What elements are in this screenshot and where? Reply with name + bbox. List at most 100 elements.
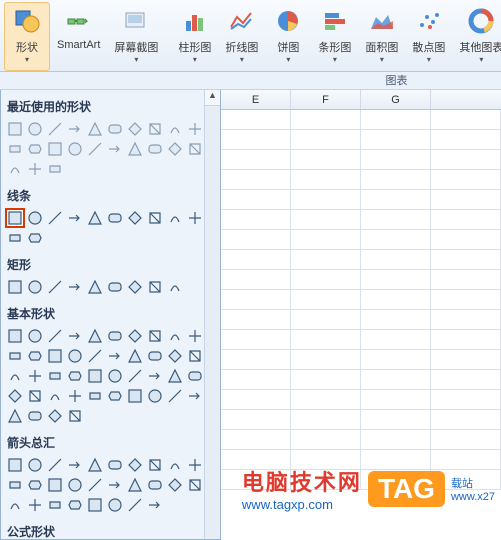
cell[interactable] <box>431 250 501 269</box>
shape-option[interactable] <box>145 475 165 495</box>
shape-option[interactable] <box>5 326 25 346</box>
shape-option[interactable] <box>85 208 105 228</box>
shape-option[interactable] <box>85 455 105 475</box>
shape-option[interactable] <box>165 326 185 346</box>
cell[interactable] <box>361 410 431 429</box>
cell[interactable] <box>361 350 431 369</box>
shape-option[interactable] <box>185 346 205 366</box>
shape-option[interactable] <box>185 208 205 228</box>
cell[interactable] <box>221 410 291 429</box>
shape-option[interactable] <box>105 366 125 386</box>
cell[interactable] <box>221 230 291 249</box>
cell[interactable] <box>361 430 431 449</box>
shape-option[interactable] <box>105 277 125 297</box>
cell[interactable] <box>221 270 291 289</box>
shape-option[interactable] <box>25 366 45 386</box>
cell[interactable] <box>431 390 501 409</box>
cell[interactable] <box>221 110 291 129</box>
cell[interactable] <box>361 290 431 309</box>
shape-option[interactable] <box>65 386 85 406</box>
shape-option[interactable] <box>85 475 105 495</box>
shape-option[interactable] <box>125 208 145 228</box>
col-header[interactable]: G <box>361 90 431 109</box>
shape-option[interactable] <box>45 139 65 159</box>
panel-scrollbar[interactable]: ▲ <box>204 90 220 539</box>
shape-option[interactable] <box>165 346 185 366</box>
cell[interactable] <box>431 130 501 149</box>
shape-option[interactable] <box>125 346 145 366</box>
cell[interactable] <box>291 190 361 209</box>
cell[interactable] <box>291 430 361 449</box>
shape-option[interactable] <box>65 277 85 297</box>
shape-option[interactable] <box>165 119 185 139</box>
shape-option[interactable] <box>25 119 45 139</box>
shape-option[interactable] <box>165 475 185 495</box>
cell[interactable] <box>361 110 431 129</box>
shape-option[interactable] <box>125 366 145 386</box>
shape-option[interactable] <box>145 277 165 297</box>
ribbon-pie-chart[interactable]: 饼图 ▾ <box>265 2 311 71</box>
shape-option[interactable] <box>25 228 45 248</box>
shape-option[interactable] <box>25 495 45 515</box>
shape-option[interactable] <box>65 495 85 515</box>
cell[interactable] <box>221 290 291 309</box>
ribbon-area-chart[interactable]: 面积图 ▾ <box>358 2 405 71</box>
shape-option[interactable] <box>105 208 125 228</box>
shape-option[interactable] <box>185 475 205 495</box>
shape-option[interactable] <box>65 139 85 159</box>
cell[interactable] <box>431 210 501 229</box>
shape-option[interactable] <box>25 406 45 426</box>
shape-option[interactable] <box>85 326 105 346</box>
cell[interactable] <box>361 250 431 269</box>
shape-option[interactable] <box>85 366 105 386</box>
shape-option[interactable] <box>5 119 25 139</box>
shape-option[interactable] <box>65 475 85 495</box>
shape-option[interactable] <box>45 277 65 297</box>
ribbon-scatter-chart[interactable]: 散点图 ▾ <box>405 2 452 71</box>
shape-option[interactable] <box>105 386 125 406</box>
shape-option[interactable] <box>125 326 145 346</box>
cell[interactable] <box>361 170 431 189</box>
ribbon-other-chart[interactable]: 其他图表 ▾ <box>452 2 501 71</box>
cell[interactable] <box>291 410 361 429</box>
cell[interactable] <box>291 130 361 149</box>
shape-option[interactable] <box>125 119 145 139</box>
cell[interactable] <box>291 310 361 329</box>
shape-option[interactable] <box>5 277 25 297</box>
ribbon-shapes[interactable]: 形状 ▾ <box>4 2 50 71</box>
cell[interactable] <box>221 310 291 329</box>
cell[interactable] <box>431 430 501 449</box>
shape-option[interactable] <box>25 277 45 297</box>
cell[interactable] <box>291 110 361 129</box>
shape-option[interactable] <box>25 346 45 366</box>
shape-option[interactable] <box>165 455 185 475</box>
shape-option[interactable] <box>65 366 85 386</box>
shape-option[interactable] <box>165 208 185 228</box>
ribbon-screenshot[interactable]: 屏幕截图 ▾ <box>107 2 165 71</box>
shape-option[interactable] <box>25 326 45 346</box>
cell[interactable] <box>361 310 431 329</box>
cell[interactable] <box>221 130 291 149</box>
shape-option[interactable] <box>5 228 25 248</box>
cell[interactable] <box>431 310 501 329</box>
shape-option[interactable] <box>185 119 205 139</box>
shape-option[interactable] <box>165 366 185 386</box>
shape-option[interactable] <box>25 386 45 406</box>
cell[interactable] <box>431 350 501 369</box>
shape-option[interactable] <box>185 455 205 475</box>
cell[interactable] <box>361 390 431 409</box>
shape-option[interactable] <box>165 386 185 406</box>
shape-option[interactable] <box>85 346 105 366</box>
cell[interactable] <box>291 350 361 369</box>
cell[interactable] <box>291 390 361 409</box>
cell[interactable] <box>431 270 501 289</box>
cell[interactable] <box>431 190 501 209</box>
cell[interactable] <box>361 150 431 169</box>
scroll-up-icon[interactable]: ▲ <box>205 90 220 106</box>
cell[interactable] <box>361 130 431 149</box>
cell[interactable] <box>431 410 501 429</box>
shape-option[interactable] <box>65 208 85 228</box>
cell[interactable] <box>361 270 431 289</box>
shape-option[interactable] <box>45 475 65 495</box>
shape-option[interactable] <box>25 139 45 159</box>
